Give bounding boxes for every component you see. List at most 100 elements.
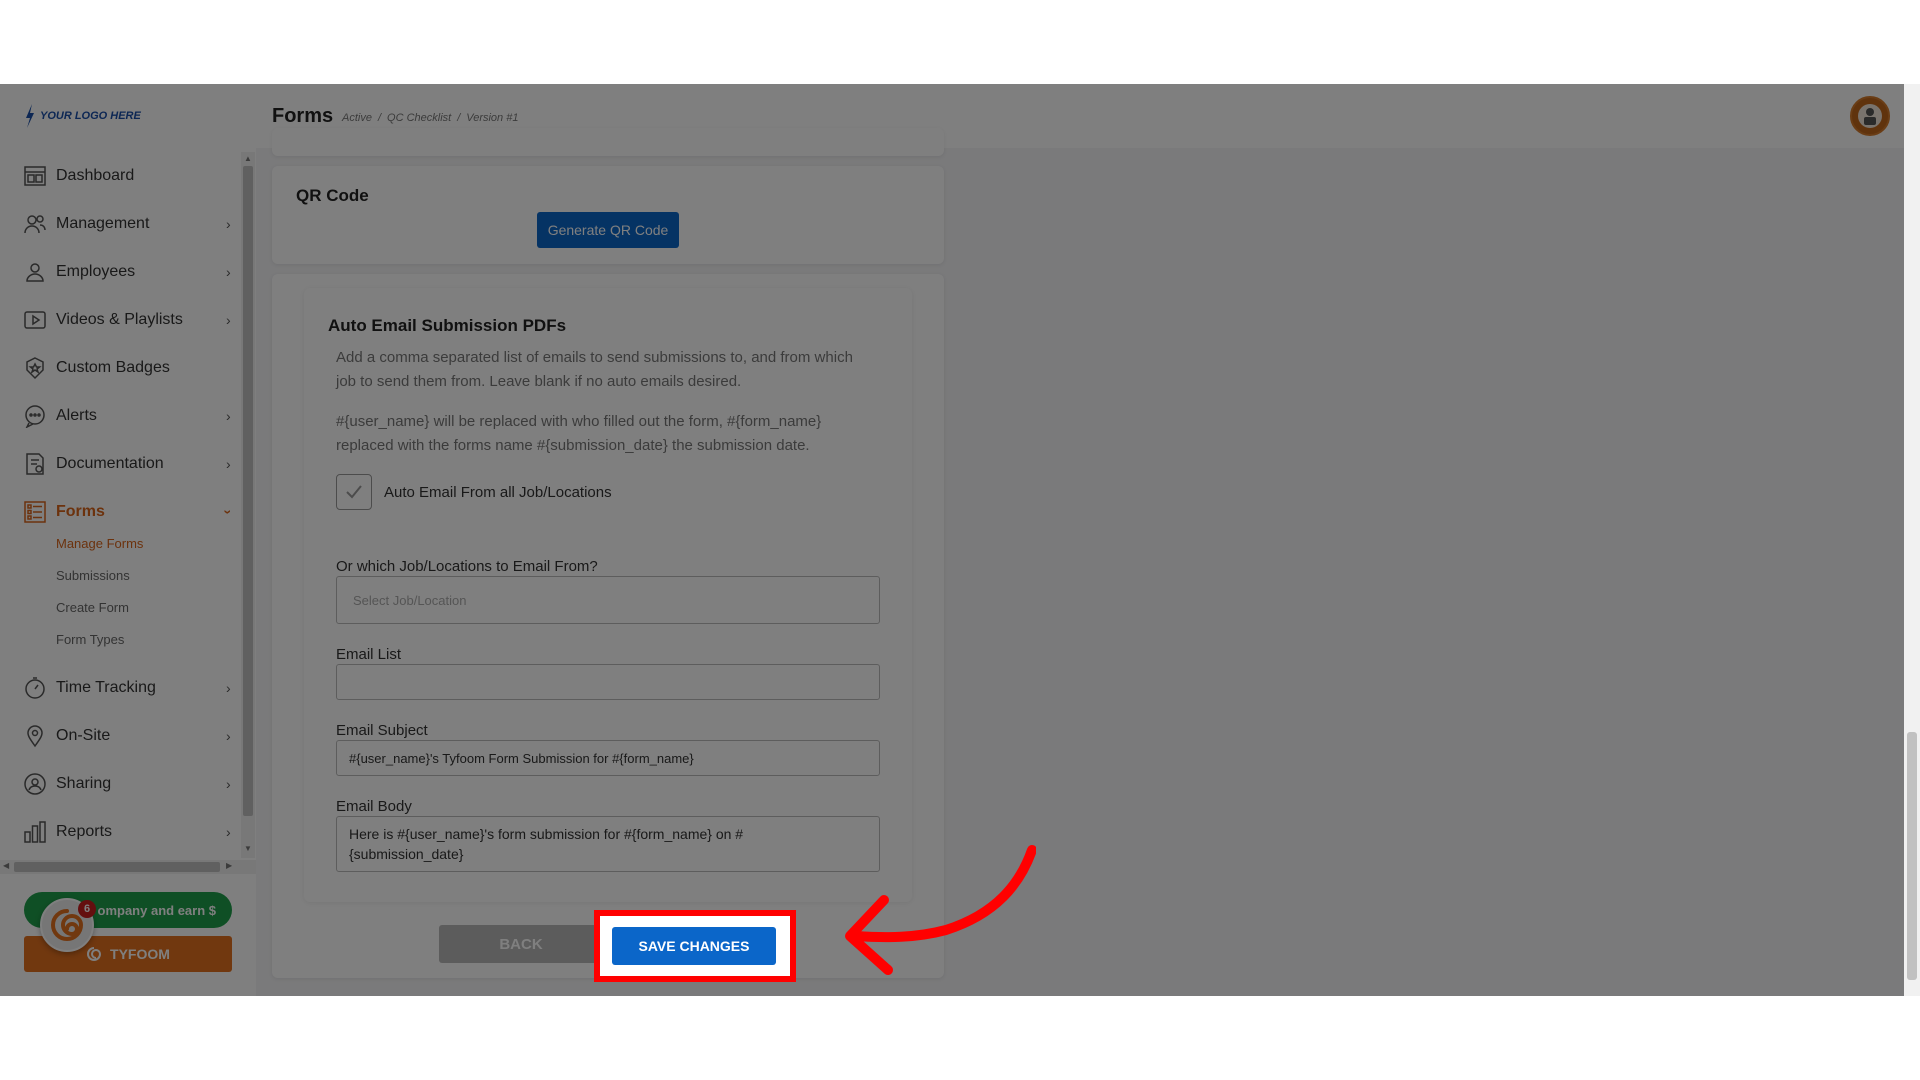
scroll-right-arrow-icon[interactable]: ▶ xyxy=(226,861,232,870)
location-pin-icon xyxy=(22,723,48,749)
scroll-left-arrow-icon[interactable]: ◀ xyxy=(3,861,9,870)
logo-text: YOUR LOGO HERE xyxy=(40,110,141,122)
breadcrumb-separator: / xyxy=(377,112,382,124)
sidebar-item-label: Forms xyxy=(56,503,105,520)
scroll-up-arrow-icon[interactable]: ▲ xyxy=(244,154,252,163)
sidebar-item-employees[interactable]: Employees › xyxy=(0,252,240,292)
chevron-down-icon: › xyxy=(220,509,237,515)
sidebar-item-forms[interactable]: Forms › xyxy=(0,492,240,532)
sidebar-item-time-tracking[interactable]: Time Tracking › xyxy=(0,668,240,708)
chevron-right-icon: › xyxy=(226,264,231,280)
checkmark-icon xyxy=(346,485,362,499)
management-icon xyxy=(22,211,48,237)
auto-email-all-label: Auto Email From all Job/Locations xyxy=(384,484,612,501)
subitem-submissions[interactable]: Submissions xyxy=(56,568,130,583)
subitem-manage-forms[interactable]: Manage Forms xyxy=(56,536,143,551)
share-person-icon xyxy=(22,771,48,797)
location-label: Or which Job/Locations to Email From? xyxy=(336,558,598,575)
notification-count-badge: 6 xyxy=(78,900,96,918)
window-vertical-scrollbar[interactable] xyxy=(1904,84,1920,996)
sidebar-item-label: Custom Badges xyxy=(56,359,170,376)
chevron-right-icon: › xyxy=(226,728,231,744)
chevron-right-icon: › xyxy=(226,408,231,424)
email-body-textarea[interactable]: Here is #{user_name}'s form submission f… xyxy=(336,816,880,872)
subitem-form-types[interactable]: Form Types xyxy=(56,632,124,647)
chevron-right-icon: › xyxy=(226,824,231,840)
bar-chart-icon xyxy=(22,819,48,845)
video-icon xyxy=(22,307,48,333)
sidebar-item-sharing[interactable]: Sharing › xyxy=(0,764,240,804)
description-line: replaced with the forms name #{submissio… xyxy=(336,437,810,454)
bolt-icon xyxy=(26,104,34,128)
sidebar-item-dashboard[interactable]: Dashboard xyxy=(0,156,240,196)
sidebar-item-label: Alerts xyxy=(56,407,97,424)
robot-avatar-icon xyxy=(1858,104,1882,128)
page-title: Forms xyxy=(272,105,334,127)
sidebar-item-label: Dashboard xyxy=(56,167,135,184)
chat-icon xyxy=(22,403,48,429)
save-changes-button[interactable]: SAVE CHANGES xyxy=(612,927,776,965)
sidebar-item-alerts[interactable]: Alerts › xyxy=(0,396,240,436)
document-icon xyxy=(22,451,48,477)
back-button[interactable]: BACK xyxy=(439,925,603,963)
description-line: #{user_name} will be replaced with who f… xyxy=(336,413,822,430)
chevron-right-icon: › xyxy=(226,216,231,232)
sidebar-item-label: On-Site xyxy=(56,727,111,744)
badge-icon xyxy=(22,355,48,381)
app-window: YOUR LOGO HERE Dashboard Management › Em… xyxy=(0,84,1920,996)
scrollbar-thumb[interactable] xyxy=(14,862,220,872)
scrollbar-thumb[interactable] xyxy=(1907,732,1917,980)
chevron-right-icon: › xyxy=(226,776,231,792)
sidebar-item-label: Reports xyxy=(56,823,113,840)
qr-card-title: QR Code xyxy=(296,186,369,205)
generate-qr-code-button[interactable]: Generate QR Code xyxy=(537,212,679,248)
qr-code-card: QR Code Generate QR Code xyxy=(272,166,944,264)
breadcrumb-item-version: Version #1 xyxy=(466,112,519,124)
sidebar-nav: Dashboard Management › Employees › Video… xyxy=(0,146,240,946)
person-icon xyxy=(22,259,48,285)
brand-logo[interactable]: YOUR LOGO HERE xyxy=(24,104,141,128)
scroll-down-arrow-icon[interactable]: ▼ xyxy=(244,844,252,853)
email-list-input[interactable] xyxy=(336,664,880,700)
red-arrow-icon xyxy=(845,845,1036,975)
sidebar-item-label: Management xyxy=(56,215,150,232)
chevron-right-icon: › xyxy=(226,680,231,696)
sidebar-item-custom-badges[interactable]: Custom Badges xyxy=(0,348,240,388)
breadcrumb-item-checklist[interactable]: QC Checklist xyxy=(387,112,451,124)
sidebar-item-on-site[interactable]: On-Site › xyxy=(0,716,240,756)
auto-email-all-checkbox[interactable] xyxy=(336,474,372,510)
refer-button-label: ompany and earn $ xyxy=(97,902,216,918)
chevron-right-icon: › xyxy=(226,456,231,472)
description-line: Add a comma separated list of emails to … xyxy=(336,349,853,366)
email-subject-input[interactable]: #{user_name}'s Tyfoom Form Submission fo… xyxy=(336,740,880,776)
stopwatch-icon xyxy=(22,675,48,701)
sidebar-item-label: Employees xyxy=(56,263,136,280)
sidebar-horizontal-scrollbar[interactable]: ◀ ▶ xyxy=(0,860,256,874)
email-body-text: Here is #{user_name}'s form submission f… xyxy=(349,826,744,842)
email-body-label: Email Body xyxy=(336,798,412,815)
auto-email-title: Auto Email Submission PDFs xyxy=(328,316,567,335)
sidebar-item-label: Sharing xyxy=(56,775,112,792)
breadcrumb-item-active[interactable]: Active xyxy=(342,112,372,124)
sidebar-item-documentation[interactable]: Documentation › xyxy=(0,444,240,484)
sidebar: YOUR LOGO HERE Dashboard Management › Em… xyxy=(0,84,256,996)
email-list-label: Email List xyxy=(336,646,402,663)
sidebar-item-videos[interactable]: Videos & Playlists › xyxy=(0,300,240,340)
chevron-right-icon: › xyxy=(226,312,231,328)
sidebar-item-management[interactable]: Management › xyxy=(0,204,240,244)
scrollbar-thumb[interactable] xyxy=(243,166,253,816)
auto-email-description: Add a comma separated list of emails to … xyxy=(336,346,853,394)
subitem-create-form[interactable]: Create Form xyxy=(56,600,129,615)
job-location-select[interactable]: Select Job/Location xyxy=(336,576,880,624)
tyfoom-button-label: TYFOOM xyxy=(110,946,170,962)
breadcrumb: Active / QC Checklist / Version #1 xyxy=(342,112,518,124)
previous-section-card xyxy=(272,128,944,156)
description-line: job to send them from. Leave blank if no… xyxy=(336,373,742,390)
avatar[interactable] xyxy=(1850,96,1890,136)
sidebar-item-label: Documentation xyxy=(56,455,164,472)
breadcrumb-separator: / xyxy=(457,112,461,124)
forms-icon xyxy=(22,499,48,525)
sidebar-item-reports[interactable]: Reports › xyxy=(0,812,240,852)
dashboard-icon xyxy=(22,163,48,189)
sidebar-vertical-scrollbar[interactable]: ▲ ▼ xyxy=(241,152,255,858)
